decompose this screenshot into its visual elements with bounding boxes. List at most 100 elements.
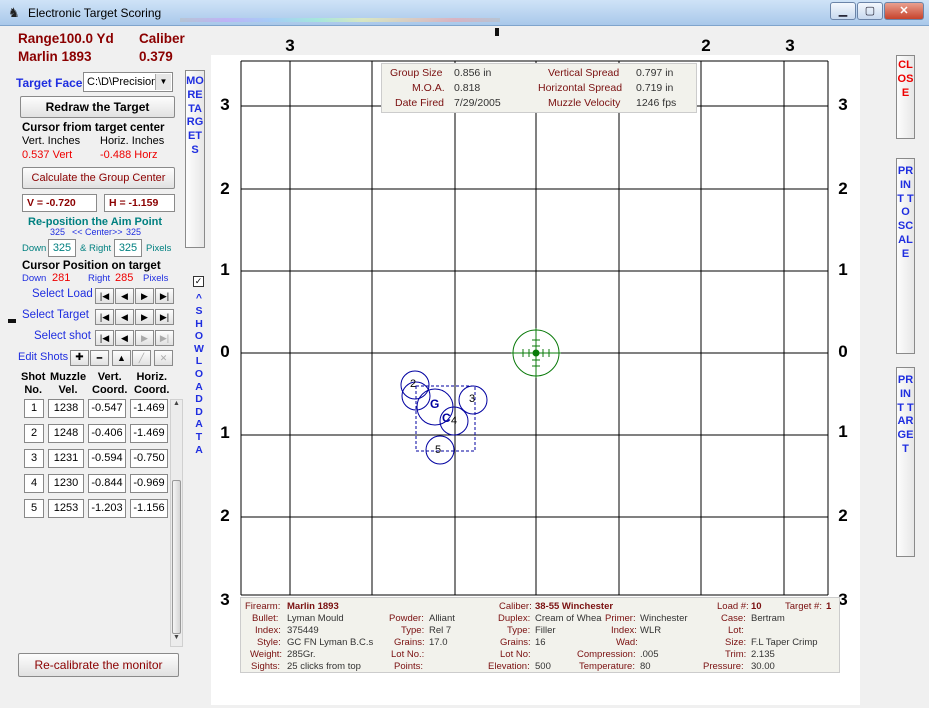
left-edge-marker	[8, 319, 16, 323]
compression-label: Compression:	[577, 649, 636, 660]
shot-next-icon[interactable]: ▶	[135, 330, 154, 346]
aim-down-input[interactable]: 325	[48, 239, 76, 257]
load-last-icon[interactable]: ▶|	[155, 288, 174, 304]
cursor-center-title: Cursor friom target center	[22, 122, 165, 134]
scroll-thumb[interactable]	[172, 480, 181, 634]
shot-first-icon[interactable]: |◀	[95, 330, 114, 346]
shot-no-cell[interactable]: 4	[24, 474, 44, 493]
target-last-icon[interactable]: ▶|	[155, 309, 174, 325]
aim-pixels-label: Pixels	[146, 243, 172, 254]
window-close-button[interactable]: ✕	[884, 2, 924, 20]
caliber-value: 0.379	[139, 49, 173, 64]
target-first-icon[interactable]: |◀	[95, 309, 114, 325]
vert-coord-cell[interactable]: -0.406	[88, 424, 126, 443]
primer-index-value: WLR	[640, 625, 662, 636]
print-target-button[interactable]: PRINT TARGET	[896, 367, 915, 557]
vert-coord-cell[interactable]: -0.547	[88, 399, 126, 418]
left-label-1b: 1	[220, 423, 230, 442]
elevation-value: 500	[535, 661, 551, 672]
target-prev-icon[interactable]: ◀	[115, 309, 134, 325]
muzzle-vel-cell[interactable]: 1231	[48, 449, 84, 468]
cursor-down-label: Down	[22, 273, 47, 284]
show-load-data-checkbox[interactable]: ✓	[193, 276, 204, 287]
vert-coord-cell[interactable]: -1.203	[88, 499, 126, 518]
filler-type-value: Filler	[535, 625, 556, 636]
size-value: F.L Taper Crimp	[751, 637, 818, 648]
shot-last-icon[interactable]: ▶|	[155, 330, 174, 346]
left-label-1: 1	[220, 260, 230, 279]
horiz-coord-cell[interactable]: -0.969	[130, 474, 168, 493]
calculate-group-center-button[interactable]: Calculate the Group Center	[22, 167, 175, 189]
load-next-icon[interactable]: ▶	[135, 288, 154, 304]
move-shot-up-icon[interactable]: ▲	[112, 350, 131, 366]
horiz-coord-cell[interactable]: -1.469	[130, 399, 168, 418]
muzzle-vel-cell[interactable]: 1238	[48, 399, 84, 418]
horiz-coord-cell[interactable]: -0.750	[130, 449, 168, 468]
more-targets-button[interactable]: MORE TARGETS	[185, 70, 205, 248]
load-first-icon[interactable]: |◀	[95, 288, 114, 304]
load-data-panel: Firearm: Marlin 1893 Bullet: Lyman Mould…	[240, 597, 840, 673]
date-fired-label: Date Fired	[395, 97, 445, 109]
target-next-icon[interactable]: ▶	[135, 309, 154, 325]
horiz-coord-cell[interactable]: -1.156	[130, 499, 168, 518]
filler-lot-label: Lot No:	[500, 649, 531, 660]
redraw-target-button[interactable]: Redraw the Target	[20, 96, 175, 118]
draw-line-icon[interactable]: ╱	[132, 350, 151, 366]
wad-label: Wad:	[616, 637, 638, 648]
remove-shot-icon[interactable]: ━	[90, 350, 109, 366]
scroll-up-icon[interactable]: ▲	[171, 400, 182, 412]
recalibrate-monitor-button[interactable]: Re-calibrate the monitor	[18, 653, 179, 677]
muzzle-vel-header: Muzzle Vel.	[50, 371, 87, 396]
vert-coord-cell[interactable]: -0.594	[88, 449, 126, 468]
temperature-value: 80	[640, 661, 651, 672]
scroll-down-icon[interactable]: ▼	[171, 634, 182, 646]
sights-value: 25 clicks from top	[287, 661, 361, 672]
load-prev-icon[interactable]: ◀	[115, 288, 134, 304]
shot-no-cell[interactable]: 3	[24, 449, 44, 468]
filler-grains-label: Grains:	[500, 637, 531, 648]
weight-value: 285Gr.	[287, 649, 316, 660]
shot-no-cell[interactable]: 5	[24, 499, 44, 518]
horiz-inches-label: Horiz. Inches	[100, 135, 165, 147]
shot-no-cell[interactable]: 1	[24, 399, 44, 418]
firearm-label: Firearm:	[245, 601, 281, 612]
muzzle-vel-cell[interactable]: 1248	[48, 424, 84, 443]
aim-right-input[interactable]: 325	[114, 239, 142, 257]
maximize-button[interactable]: ▢	[857, 2, 883, 20]
chevron-down-icon[interactable]: ▼	[155, 74, 171, 90]
target-face-value: C:\D\Precision\	[87, 76, 161, 88]
minimize-button[interactable]: ▁	[830, 2, 856, 20]
shot-label-4: 4	[451, 415, 458, 427]
close-button[interactable]: CLOSE	[896, 55, 915, 139]
pressure-label: Pressure:	[703, 661, 744, 672]
aim-center-button[interactable]: << Center>>	[72, 227, 123, 237]
load-number-label: Load #:	[717, 601, 749, 612]
muzzle-velocity-label: Muzzle Velocity	[548, 97, 621, 109]
left-label-2b: 2	[220, 506, 230, 525]
horiz-coord-cell[interactable]: -1.469	[130, 424, 168, 443]
add-shot-icon[interactable]: ✚	[70, 350, 89, 366]
horizontal-spread-label: Horizontal Spread	[538, 82, 623, 94]
sights-label: Sights:	[251, 661, 281, 672]
muzzle-vel-cell[interactable]: 1230	[48, 474, 84, 493]
primer-label: Primer:	[605, 613, 636, 624]
group-size-value: 0.856 in	[454, 67, 492, 79]
top-label-3r: 3	[785, 36, 795, 55]
cancel-edit-icon[interactable]: ✕	[154, 350, 173, 366]
print-to-scale-button[interactable]: PRINT TO SCALE	[896, 158, 915, 354]
style-label: Style:	[257, 637, 281, 648]
table-scrollbar[interactable]: ▲ ▼	[170, 399, 183, 647]
case-lot-label: Lot:	[728, 625, 744, 636]
shot-no-cell[interactable]: 2	[24, 424, 44, 443]
temperature-label: Temperature:	[579, 661, 635, 672]
muzzle-vel-cell[interactable]: 1253	[48, 499, 84, 518]
vert-coord-cell[interactable]: -0.844	[88, 474, 126, 493]
duplex-value: Cream of Whea	[535, 613, 602, 624]
cursor-right-value: 285	[115, 272, 134, 284]
horizontal-spread-value: 0.719 in	[636, 82, 674, 94]
shot-prev-icon[interactable]: ◀	[115, 330, 134, 346]
target-face-select[interactable]: C:\D\Precision\ ▼	[83, 72, 173, 92]
group-center-v: V = -0.720	[22, 194, 97, 212]
right-label-3: 3	[838, 95, 848, 114]
size-label: Size:	[725, 637, 747, 648]
